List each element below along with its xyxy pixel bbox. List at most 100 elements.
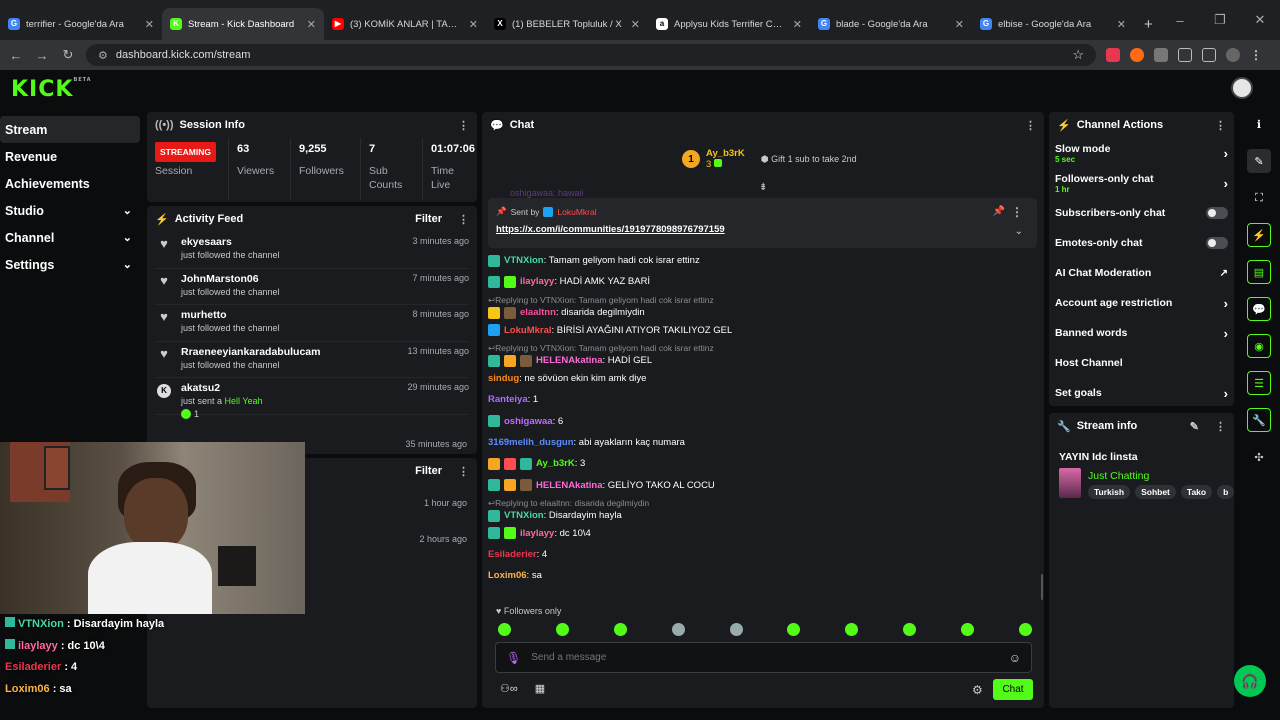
chat-message[interactable]: LokuMkral: BİRİSİ AYAĞINI ATIYOR TAKILIY… [488, 320, 1033, 341]
stream-tag[interactable]: Sohbet [1135, 485, 1176, 499]
sidebar-item-settings[interactable]: Settings ⌄ [0, 251, 140, 278]
more-options-icon[interactable]: ⋮ [1215, 119, 1226, 132]
wrench-icon[interactable]: 🔧 [1247, 408, 1271, 432]
extension-icon[interactable] [1154, 48, 1168, 62]
menu-icon[interactable]: ⋮ [1250, 48, 1262, 62]
url-field[interactable]: ⚙ dashboard.kick.com/stream ☆ [86, 44, 1096, 66]
reload-icon[interactable]: ↻ [60, 47, 76, 63]
sidebar-item-studio[interactable]: Studio ⌄ [0, 197, 140, 224]
layout-icon[interactable]: ☰ [1247, 371, 1271, 395]
sidebar-item-stream[interactable]: Stream [0, 116, 140, 143]
user-avatar[interactable] [1231, 77, 1253, 99]
action-slow-mode[interactable]: Slow mode 5 sec › [1049, 138, 1234, 168]
stream-category[interactable]: Just Chatting [1088, 470, 1149, 482]
forward-icon[interactable]: → [34, 48, 50, 63]
chat-message[interactable]: VTNXion: Tamam geliyom hadi cok israr et… [488, 250, 1033, 271]
top-gifter[interactable]: 1 Ay_b3rK 3 ⬢ Gift 1 sub to take 2nd [682, 148, 857, 170]
profile-icon[interactable] [1226, 48, 1240, 62]
clipboard-icon[interactable]: ▤ [1247, 260, 1271, 284]
extension-icon[interactable] [1106, 48, 1120, 62]
chat-message[interactable]: ilaylayy: HADİ AMK YAZ BARİ [488, 271, 1033, 292]
more-options-icon[interactable]: ⋮ [458, 465, 469, 478]
sidebar-item-channel[interactable]: Channel ⌄ [0, 224, 140, 251]
scroll-to-pin-icon[interactable]: ⇟ [759, 182, 767, 193]
tab-close-icon[interactable]: ✕ [469, 18, 478, 31]
chat-username[interactable]: ilaylayy [520, 276, 554, 287]
chat-message-input[interactable] [531, 652, 999, 663]
chat-username[interactable]: Ranteiya [488, 394, 528, 405]
chat-message[interactable]: ilaylayy: dc 10\4 [488, 523, 1033, 544]
chat-settings-icon[interactable]: ⚙ [972, 683, 983, 697]
activity-item[interactable]: ♥ ekyesaars just followed the channel 3 min… [155, 232, 469, 269]
emote-icon[interactable] [555, 623, 569, 636]
tab-close-icon[interactable]: ✕ [631, 18, 640, 31]
browser-tab[interactable]: X (1) BEBELER Topluluk / X ✕ [486, 8, 648, 40]
emote-icon[interactable] [961, 623, 974, 636]
chat-scrollbar[interactable] [1041, 574, 1043, 600]
kick-logo[interactable]: KICKBETA [11, 77, 92, 102]
lightning-icon[interactable]: ⚡ [1247, 223, 1271, 247]
chat-icon[interactable]: 💬 [1247, 297, 1271, 321]
puzzle-icon[interactable]: ✣ [1247, 445, 1271, 469]
activity-item[interactable]: ♥ JohnMarston06 just followed the channel 7… [155, 269, 469, 305]
edit-icon[interactable]: ✎ [1190, 420, 1199, 433]
tab-close-icon[interactable]: ✕ [793, 18, 802, 31]
more-options-icon[interactable]: ⋮ [1011, 205, 1023, 219]
stream-tag[interactable]: b [1217, 485, 1234, 499]
pinned-link[interactable]: https://x.com/i/communities/191977809897… [496, 224, 725, 235]
store-icon[interactable]: ▦ [535, 683, 545, 695]
chat-message[interactable]: oshigawaa: 6 [488, 410, 1033, 431]
activity-item[interactable]: ♥ murhetto just followed the channel 8 minu… [155, 305, 469, 342]
chat-username[interactable]: HELENAkatina [536, 480, 603, 491]
sidebar-item-achievements[interactable]: Achievements [0, 170, 140, 197]
emoji-icon[interactable]: ☺ [1009, 651, 1021, 665]
chat-message[interactable]: VTNXion: Disardayim hayla [488, 509, 1033, 523]
browser-tab[interactable]: Gterrifier - Google'da Ara ✕ [0, 8, 162, 40]
action-emotes-only-chat[interactable]: Emotes-only chat [1049, 228, 1234, 258]
emote-icon[interactable] [1018, 623, 1032, 636]
users-icon[interactable]: ⚇∞ [500, 683, 518, 695]
help-chat-icon[interactable]: 🎧 [1234, 665, 1266, 697]
close-window-icon[interactable]: ✕ [1240, 12, 1280, 28]
fullscreen-icon[interactable]: ⛶ [1247, 186, 1271, 210]
action-banned-words[interactable]: Banned words › [1049, 318, 1234, 348]
chat-message[interactable]: Esiladerier: 4 [488, 544, 1033, 565]
action-subscribers-only-chat[interactable]: Subscribers-only chat [1049, 198, 1234, 228]
chat-message[interactable]: elaaltnn: disarida degilmiydin [488, 306, 1033, 320]
browser-tab[interactable]: Gblade - Google'da Ara ✕ [810, 8, 972, 40]
chat-username[interactable]: Ay_b3rK [536, 458, 575, 469]
chat-username[interactable]: Loxim06 [488, 570, 527, 581]
emote-icon[interactable] [845, 623, 859, 636]
microphone-icon[interactable]: 🎙 [506, 651, 521, 665]
chat-username[interactable]: HELENAkatina [536, 355, 603, 366]
toggle-switch[interactable] [1206, 237, 1228, 249]
chat-username[interactable]: LokuMkral [504, 325, 552, 336]
chat-message[interactable]: Ranteiya: 1 [488, 389, 1033, 410]
tab-close-icon[interactable]: ✕ [307, 18, 316, 31]
chevron-down-icon[interactable]: ⌄ [1015, 226, 1023, 237]
chat-message[interactable]: Loxim06: sa [488, 565, 1033, 586]
action-ai-chat-moderation[interactable]: AI Chat Moderation ↗ [1049, 258, 1234, 288]
chat-message[interactable]: sindug: ne sövüon ekin kim amk diye [488, 368, 1033, 389]
chat-username[interactable]: sindug [488, 373, 519, 384]
filter-button[interactable]: Filter [415, 213, 442, 225]
stream-tag[interactable]: Tako [1180, 485, 1213, 499]
info-icon[interactable]: ℹ [1247, 112, 1271, 136]
unpin-icon[interactable]: 📌 [993, 206, 1005, 217]
new-tab-icon[interactable]: + [1144, 16, 1153, 33]
emote-icon[interactable] [903, 623, 917, 636]
emote-icon[interactable] [613, 623, 627, 636]
emote-icon[interactable] [671, 623, 685, 636]
browser-tab[interactable]: Gelbise - Google'da Ara ✕ [972, 8, 1134, 40]
chat-message[interactable]: 3169melih_dusgun: abi ayakların kaç numa… [488, 432, 1033, 453]
emote-icon[interactable] [787, 623, 801, 636]
media-icon[interactable] [1202, 48, 1216, 62]
stream-tag[interactable]: Turkish [1088, 485, 1131, 499]
browser-tab[interactable]: a Applysu Kids Terrifier Costume... ✕ [648, 8, 810, 40]
more-options-icon[interactable]: ⋮ [1025, 119, 1036, 132]
extensions-puzzle-icon[interactable] [1178, 48, 1192, 62]
edit-icon[interactable]: ✎ [1247, 149, 1271, 173]
chat-input[interactable]: 🎙 ☺ [495, 642, 1032, 673]
extension-icon[interactable] [1130, 48, 1144, 62]
action-set-goals[interactable]: Set goals › [1049, 378, 1234, 408]
